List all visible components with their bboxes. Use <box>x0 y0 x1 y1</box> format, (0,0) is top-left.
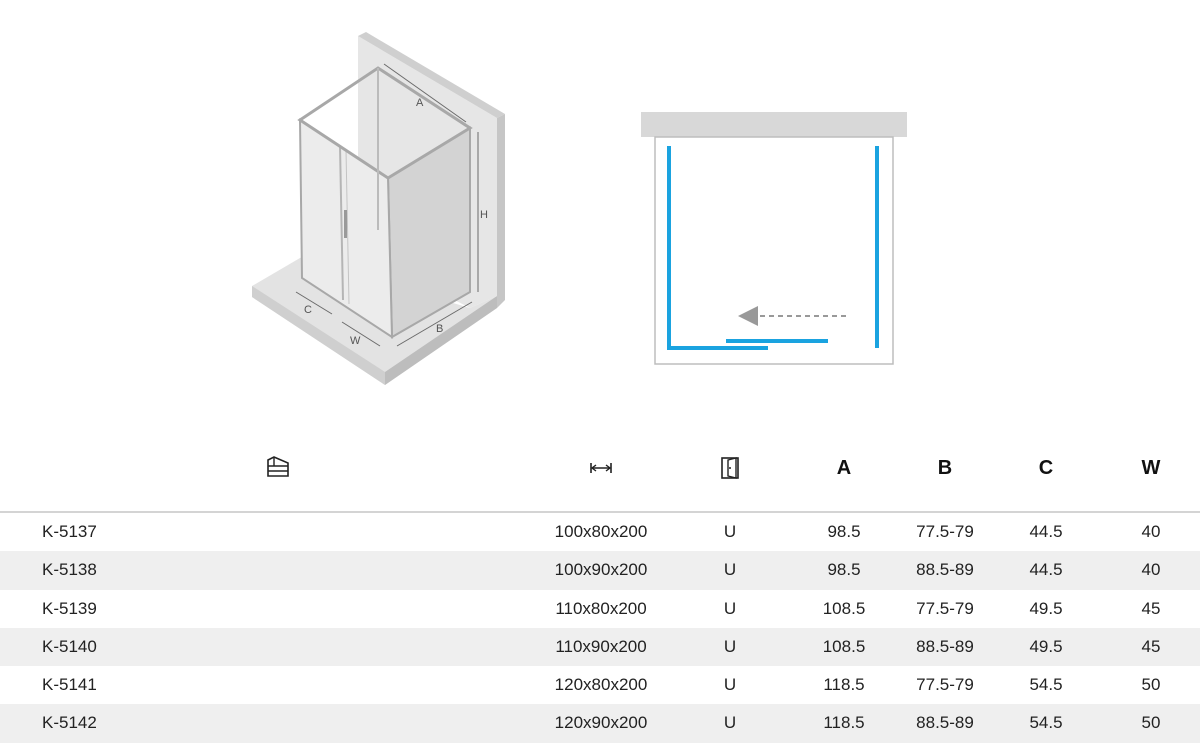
size-cell: 120x90x200 <box>554 713 648 733</box>
w-cell: 45 <box>1141 598 1161 618</box>
width-arrows-icon <box>561 452 641 484</box>
dim-label-b: B <box>436 323 443 335</box>
door-cell: U <box>723 598 737 618</box>
c-cell: 49.5 <box>1029 598 1063 618</box>
b-cell: 88.5-89 <box>916 560 974 580</box>
c-cell: 44.5 <box>1029 522 1063 541</box>
a-cell: 118.5 <box>823 675 865 695</box>
door-cell: U <box>723 675 737 695</box>
table-row: K-5139 110x80x200 U 108.5 77.5-79 49.5 4… <box>0 590 1200 628</box>
size-cell: 100x90x200 <box>554 560 648 580</box>
table-row: K-5142 120x90x200 U 118.5 88.5-89 54.5 5… <box>0 704 1200 743</box>
col-header-w: W <box>1141 456 1161 479</box>
c-cell: 44.5 <box>1029 560 1063 580</box>
a-cell: 108.5 <box>822 636 866 656</box>
dim-label-w: W <box>350 335 361 347</box>
dim-label-a: A <box>416 97 424 109</box>
dim-label-c: C <box>304 304 312 316</box>
model-code: K-5140 <box>42 636 97 656</box>
c-cell: 54.5 <box>1029 713 1063 733</box>
door-cell: U <box>723 560 737 580</box>
door-icon <box>690 452 770 484</box>
door-cell: U <box>723 522 737 541</box>
w-cell: 40 <box>1141 522 1161 541</box>
c-cell: 49.5 <box>1029 636 1063 656</box>
a-cell: 98.5 <box>827 560 861 580</box>
model-code: K-5141 <box>42 675 97 695</box>
w-cell: 40 <box>1141 560 1161 580</box>
w-cell: 50 <box>1141 675 1161 695</box>
model-code: K-5138 <box>42 560 97 580</box>
dimensions-table: K-5137 100x80x200 U 98.5 77.5-79 44.5 40… <box>0 513 1200 743</box>
door-cell: U <box>723 636 737 656</box>
size-cell: 120x80x200 <box>554 675 648 695</box>
shower-tray-icon <box>238 452 318 484</box>
b-cell: 88.5-89 <box>916 636 974 656</box>
size-cell: 100x80x200 <box>554 522 648 541</box>
col-header-b: B <box>937 456 953 479</box>
dim-label-h: H <box>480 209 488 221</box>
b-cell: 77.5-79 <box>916 675 974 695</box>
col-header-a: A <box>836 456 852 479</box>
a-cell: 118.5 <box>823 713 865 733</box>
a-cell: 108.5 <box>822 598 866 618</box>
size-cell: 110x90x200 <box>555 636 647 656</box>
b-cell: 88.5-89 <box>916 713 974 733</box>
col-header-c: C <box>1038 456 1054 479</box>
a-cell: 98.5 <box>827 522 861 541</box>
b-cell: 77.5-79 <box>916 522 974 541</box>
w-cell: 50 <box>1141 713 1161 733</box>
model-code: K-5137 <box>42 522 97 541</box>
table-row: K-5140 110x90x200 U 108.5 88.5-89 49.5 4… <box>0 627 1200 667</box>
b-cell: 77.5-79 <box>916 598 974 618</box>
w-cell: 45 <box>1141 636 1161 656</box>
size-cell: 110x80x200 <box>555 598 647 618</box>
plan-view-diagram <box>641 112 907 365</box>
c-cell: 54.5 <box>1029 675 1063 695</box>
table-row: K-5141 120x80x200 U 118.5 77.5-79 54.5 5… <box>0 666 1200 704</box>
door-cell: U <box>723 713 737 733</box>
table-row: K-5138 100x90x200 U 98.5 88.5-89 44.5 40 <box>0 551 1200 590</box>
table-row: K-5137 100x80x200 U 98.5 77.5-79 44.5 40 <box>0 513 1200 551</box>
isometric-enclosure-diagram: A H B C W <box>252 32 505 385</box>
model-code: K-5139 <box>42 598 97 618</box>
model-code: K-5142 <box>42 713 97 733</box>
